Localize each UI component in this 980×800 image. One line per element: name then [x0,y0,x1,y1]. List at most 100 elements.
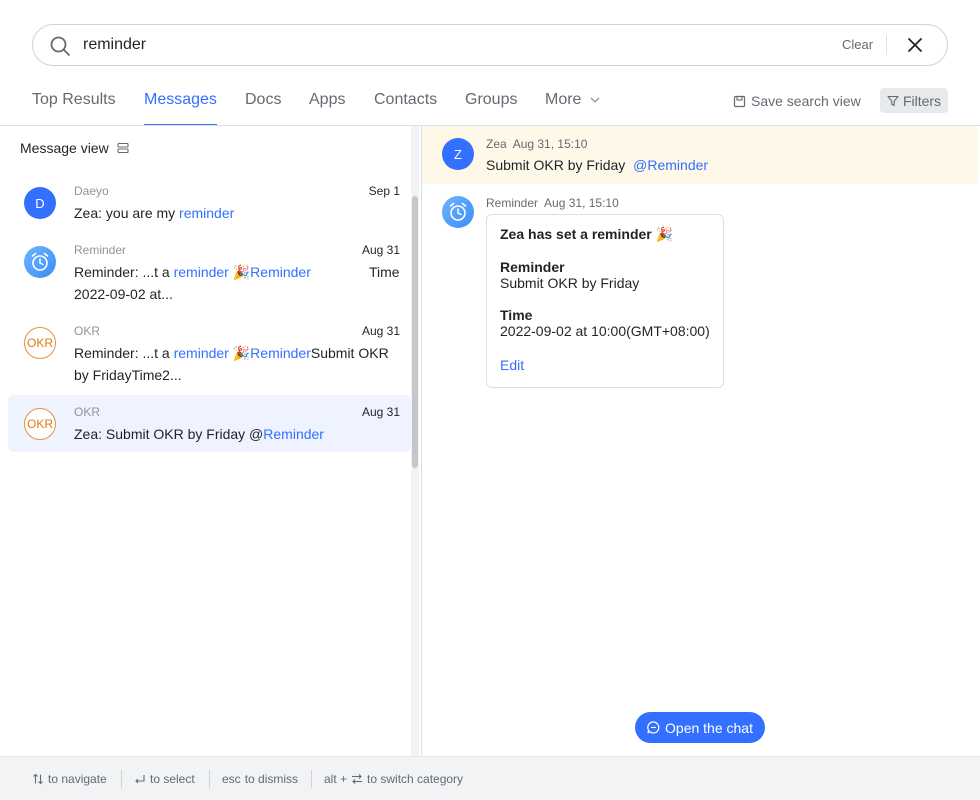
snippet-text: Reminder: ...t a [74,264,174,280]
card-title-text: Zea has set a reminder [500,226,652,242]
chat-bubble-icon [647,721,660,734]
hint-separator [121,770,122,788]
up-down-arrows-icon [33,773,43,785]
party-popper-icon: 🎉 [232,264,251,280]
result-sender: OKR [74,405,101,419]
message-view-toggle[interactable]: Message view [20,140,129,156]
snippet-highlight: Reminder [250,345,311,361]
tab-top-results[interactable]: Top Results [32,86,116,126]
avatar: OKR [24,327,56,359]
snippet-text: Reminder: ...t a [74,345,174,361]
message-sender: Reminder [486,196,539,210]
open-chat-label: Open the chat [665,719,753,736]
alt-key: alt + [324,772,348,786]
keyboard-hints-footer: to navigate to select esc to dismiss alt… [0,756,980,800]
tab-contacts[interactable]: Contacts [374,86,437,126]
result-snippet: Zea: you are my reminder [74,202,234,224]
message-sender: Zea [486,137,507,151]
hint-switch: alt + to switch category [324,772,463,786]
message-view-label: Message view [20,140,109,156]
hint-separator [311,770,312,788]
avatar: D [24,187,56,219]
card-time-label: Time [500,307,533,323]
message-detail: Z Zea Aug 31, 15:10 Submit OKR by Friday … [422,126,980,756]
save-search-view-button[interactable]: Save search view [733,91,861,111]
snippet-highlight: reminder [173,264,229,280]
card-time-value: 2022-09-02 at 10:00(GMT+08:00) [500,323,710,339]
enter-key-icon [135,775,145,784]
message-time: Aug 31, 15:10 [512,137,588,151]
result-snippet: Reminder: ...t a reminder 🎉Reminder [74,261,311,283]
hint-dismiss-text: to dismiss [244,772,299,786]
filter-icon [887,95,899,106]
card-reminder-label: Reminder [500,259,565,275]
hint-navigate: to navigate [32,772,107,786]
mention-link[interactable]: @Reminder [633,157,708,173]
tab-messages[interactable]: Messages [144,86,217,126]
clear-button[interactable]: Clear [842,37,873,52]
result-date: Aug 31 [361,243,400,257]
snippet-text: Zea: you are my [74,205,180,221]
result-sender: Reminder [74,243,127,257]
avatar: OKR [24,408,56,440]
hint-select-text: to select [150,772,195,786]
snippet-highlight: Reminder [250,264,311,280]
card-reminder-value: Submit OKR by Friday [500,275,640,291]
result-sender: OKR [74,324,101,338]
tab-docs[interactable]: Docs [245,86,281,126]
message-time: Aug 31, 15:10 [544,196,619,210]
close-icon[interactable] [905,35,925,55]
message-text: Submit OKR by Friday @Reminder [486,157,708,173]
tab-groups[interactable]: Groups [465,86,517,126]
hint-navigate-text: to navigate [48,772,107,786]
highlighted-message [422,126,978,184]
tab-more[interactable]: More [545,86,601,126]
reminder-card: Zea has set a reminder 🎉 Reminder Submit… [486,214,724,388]
avatar: Z [442,138,474,170]
list-view-icon [117,142,129,154]
alarm-clock-icon [31,252,49,271]
hint-switch-text: to switch category [367,772,464,786]
snippet-text: Submit OKR [310,345,389,361]
party-popper-icon: 🎉 [655,226,674,242]
results-list: Message view D Daeyo Sep 1 Zea: you are … [0,126,421,756]
save-icon [733,95,746,107]
result-snippet: Reminder: ...t a reminder 🎉ReminderSubmi… [74,342,389,364]
card-title: Zea has set a reminder 🎉 [500,226,673,243]
message-meta: Reminder Aug 31, 15:10 [486,196,619,210]
edit-link[interactable]: Edit [500,357,524,373]
filters-button[interactable]: Filters [880,88,948,113]
open-chat-button[interactable]: Open the chat [635,712,765,743]
result-snippet: Zea: Submit OKR by Friday @Reminder [74,423,324,445]
hint-dismiss: esc to dismiss [222,772,298,786]
result-date: Sep 1 [368,184,400,198]
save-search-view-label: Save search view [751,93,861,109]
snippet-highlight: Reminder [263,426,324,442]
esc-key: esc [222,772,241,786]
snippet-text: Time [369,264,400,280]
snippet-highlight: reminder [173,345,229,361]
party-popper-icon: 🎉 [232,345,251,361]
search-divider [886,35,887,55]
result-date: Aug 31 [361,324,400,338]
snippet-text: 2022-09-02 at... [74,286,173,302]
message-body: Submit OKR by Friday [486,157,626,173]
message-meta: Zea Aug 31, 15:10 [486,137,587,151]
snippet-highlight: reminder [179,205,235,221]
avatar [24,246,56,278]
hint-separator [209,770,210,788]
scrollbar-thumb[interactable] [412,196,418,468]
result-date: Aug 31 [361,405,400,419]
avatar [442,196,474,228]
hint-select: to select [134,772,195,786]
search-bar: Clear [32,24,948,66]
alarm-clock-icon [449,202,467,221]
search-icon [50,36,70,56]
snippet-text: Zea: Submit OKR by Friday @ [74,426,264,442]
result-sender: Daeyo [74,184,109,198]
tab-apps[interactable]: Apps [309,86,345,126]
filters-label: Filters [902,92,942,109]
search-input[interactable] [83,33,823,57]
tab-more-label: More [545,91,582,108]
snippet-text: by FridayTime2... [74,367,182,383]
